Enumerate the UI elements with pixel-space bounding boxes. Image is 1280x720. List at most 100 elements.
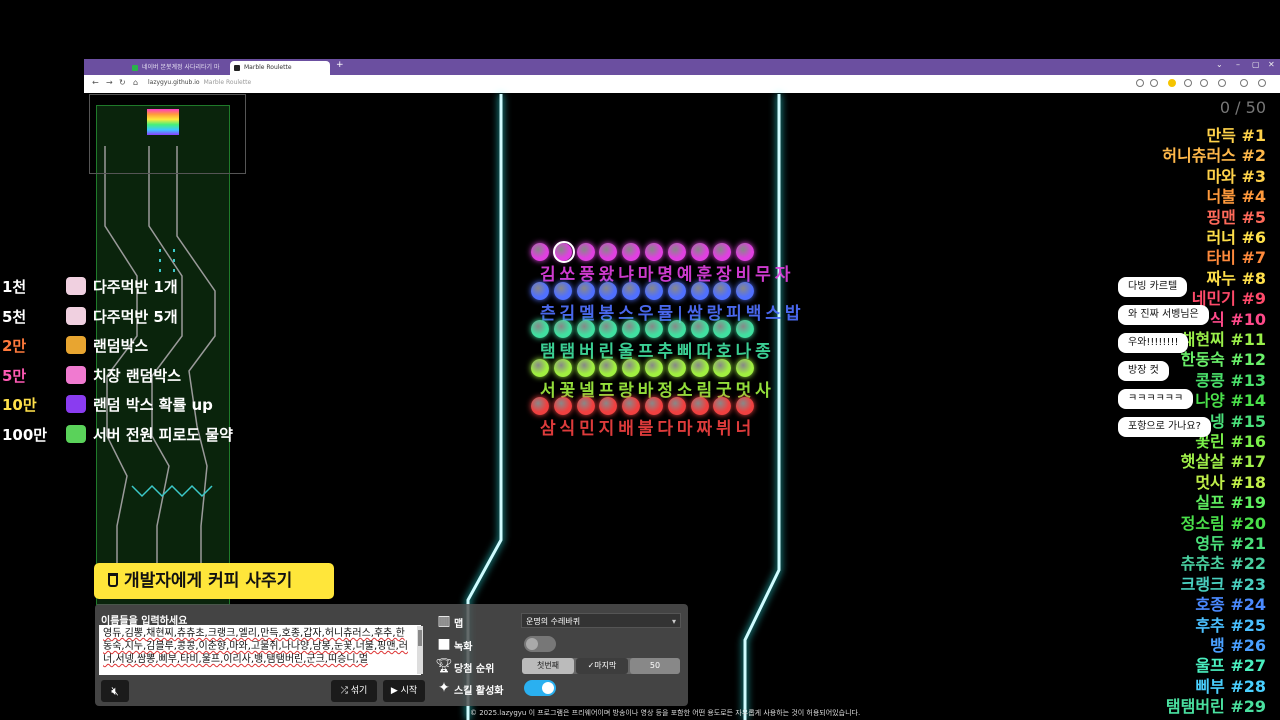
donation-item: 100만 서버 전원 피로도 물약 bbox=[0, 422, 260, 450]
map-select[interactable]: 운명의 수레바퀴 bbox=[521, 613, 681, 629]
ranking-item: 탬탬버린 #29 bbox=[1165, 697, 1266, 717]
donation-item: 1천 다주먹반 1개 bbox=[0, 274, 260, 302]
donation-item: 5천 다주먹반 5개 bbox=[0, 304, 260, 332]
skill-toggle[interactable] bbox=[524, 680, 556, 696]
rank-number-input[interactable]: 50 bbox=[630, 658, 680, 674]
marble bbox=[645, 243, 663, 261]
trophy-icon: 🏆︎ bbox=[435, 658, 453, 674]
selected-marble-ring bbox=[553, 241, 575, 263]
names-input[interactable]: 영듀,김뽕,채현찌,츄츄초,크랭크,엘리,만득,호종,갑자,허니츄러스,후추,한… bbox=[99, 625, 421, 675]
marble bbox=[667, 358, 686, 377]
donation-label: 치장 랜덤박스 bbox=[93, 366, 182, 385]
marble bbox=[531, 243, 549, 261]
marble bbox=[576, 397, 595, 415]
start-button[interactable]: ▶ 시작 bbox=[383, 680, 425, 702]
donation-amount: 2만 bbox=[2, 337, 27, 356]
marble bbox=[713, 281, 732, 300]
record-toggle[interactable] bbox=[524, 636, 556, 652]
marble bbox=[690, 281, 709, 300]
donation-amount: 10만 bbox=[2, 396, 37, 415]
play-icon: ▶ bbox=[390, 686, 401, 696]
donation-amount: 1천 bbox=[2, 278, 27, 296]
skill-label: 스킬 활성화 bbox=[454, 686, 504, 697]
marble bbox=[645, 320, 663, 338]
marble bbox=[553, 320, 572, 338]
donation-amount: 5만 bbox=[2, 366, 27, 385]
marble bbox=[690, 243, 709, 261]
donation-amount: 100만 bbox=[2, 426, 48, 444]
marble bbox=[645, 397, 663, 415]
donation-item: 5만 치장 랜덤박스 bbox=[0, 363, 260, 391]
chat-bubble: 와 진짜 서벵님은 bbox=[1118, 305, 1209, 325]
box-icon bbox=[66, 365, 86, 384]
potion-icon bbox=[66, 425, 86, 443]
marble bbox=[576, 281, 595, 300]
marble bbox=[553, 397, 572, 415]
map-icon: ▥ bbox=[437, 613, 451, 629]
marble bbox=[667, 320, 686, 338]
marble bbox=[553, 281, 572, 300]
control-panel: 이름들을 입력하세요 영듀,김뽕,채현찌,츄츄초,크랭크,엘리,만득,호종,갑자… bbox=[95, 604, 688, 706]
marble bbox=[645, 358, 663, 377]
speaker-mute-icon: 🔇︎ bbox=[111, 684, 119, 698]
record-toggle-knob bbox=[526, 638, 538, 650]
donation-amount: 5천 bbox=[2, 307, 27, 326]
donation-item: 10만 랜덤 박스 확률 up bbox=[0, 392, 260, 420]
chat-bubble: 포항으로 가나요? bbox=[1118, 417, 1211, 437]
marble bbox=[690, 358, 709, 377]
marble bbox=[576, 243, 595, 261]
record-label: 녹화 bbox=[454, 642, 473, 653]
donation-label: 다주먹반 1개 bbox=[93, 278, 178, 296]
donation-label: 랜덤박스 bbox=[93, 337, 149, 356]
mute-button[interactable]: 🔇︎ bbox=[101, 680, 129, 702]
start-label: 시작 bbox=[400, 686, 418, 696]
marble-name-row: 삼 식 민 지 배 불 다 마 짜 뷔 너 bbox=[540, 419, 751, 439]
marble bbox=[576, 320, 595, 338]
copyright-text: © 2025.lazygyu 이 프로그램은 프리웨어이며 방송이나 영상 등을… bbox=[470, 709, 861, 717]
coffee-cup-icon bbox=[108, 573, 118, 587]
marble bbox=[713, 358, 732, 377]
marble bbox=[553, 358, 572, 377]
chat-bubble: ㅋㅋㅋㅋㅋㅋ bbox=[1118, 389, 1194, 409]
box-icon bbox=[66, 395, 86, 414]
rank-last-option[interactable]: ✓마지막 bbox=[576, 658, 628, 674]
map-label: 맵 bbox=[454, 619, 464, 630]
shuffle-label: 섞기 bbox=[350, 686, 368, 696]
marble-name-row: 츤 김 멜 봉 스 우 뮬 | 쌈 랑 피 백 스 밥 bbox=[540, 303, 800, 324]
chat-bubble: 우와!!!!!!!! bbox=[1118, 333, 1189, 353]
shuffle-button[interactable]: ⤮ 섞기 bbox=[331, 680, 377, 702]
donation-label: 서버 전원 피로도 물약 bbox=[93, 426, 233, 444]
marble bbox=[667, 397, 686, 415]
marble bbox=[736, 281, 755, 300]
camera-icon: ■ bbox=[437, 636, 451, 652]
chat-bubble: 다빙 카르텔 bbox=[1118, 277, 1188, 297]
skill-icon: ✦ bbox=[438, 680, 450, 696]
marble bbox=[690, 320, 709, 338]
marble bbox=[599, 358, 618, 377]
marble bbox=[531, 320, 549, 338]
names-scrollbar[interactable] bbox=[417, 626, 423, 674]
shuffle-icon: ⤮ bbox=[340, 686, 351, 696]
marble bbox=[622, 358, 641, 377]
marble bbox=[736, 358, 755, 377]
buy-coffee-button[interactable]: 개발자에게 커피 사주기 bbox=[94, 563, 334, 599]
chat-bubble: 방장 컷 bbox=[1118, 361, 1169, 381]
marble bbox=[645, 281, 663, 300]
donation-item: 2만 랜덤박스 bbox=[0, 333, 260, 361]
marble-name-row: 김 쏘 풍 왔 냐 마 명 예 훈 장 비 무 자 bbox=[540, 265, 790, 285]
box-icon bbox=[66, 336, 86, 355]
marble bbox=[576, 358, 595, 377]
cat-face-icon bbox=[66, 277, 86, 295]
marble bbox=[531, 358, 549, 377]
ranking-count: 0 / 50 bbox=[1219, 98, 1266, 117]
rank-selector: 첫번째 ✓마지막 50 bbox=[522, 658, 680, 674]
donation-label: 다주먹반 5개 bbox=[93, 307, 178, 326]
marble bbox=[667, 243, 686, 261]
marble bbox=[531, 281, 549, 300]
marble bbox=[599, 281, 618, 300]
rank-first-option[interactable]: 첫번째 bbox=[522, 658, 574, 674]
buy-coffee-label: 개발자에게 커피 사주기 bbox=[124, 571, 293, 591]
cat-face-icon bbox=[66, 306, 86, 325]
marble bbox=[531, 397, 549, 415]
marble bbox=[690, 397, 709, 415]
